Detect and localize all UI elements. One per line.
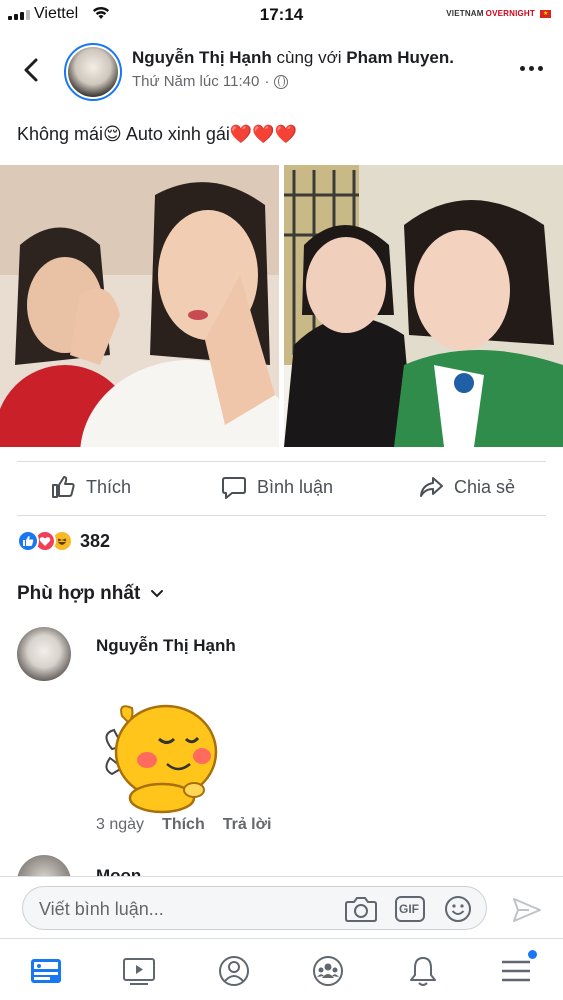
brand-text-left: VIETNAM — [446, 9, 484, 18]
reaction-count: 382 — [80, 530, 111, 551]
comment-bubble-icon — [222, 477, 246, 499]
gif-label: GIF — [399, 902, 419, 916]
tab-menu[interactable] — [498, 950, 537, 989]
comment-time[interactable]: 3 ngày — [96, 816, 144, 834]
comments-sort-dropdown[interactable]: Phù hợp nhất — [17, 583, 164, 605]
comment-meta: 3 ngày Thích Trả lời — [96, 816, 271, 834]
tagged-name[interactable]: Pham Huyen. — [346, 48, 454, 67]
chevron-left-icon — [24, 58, 38, 82]
dot-icon — [520, 66, 525, 71]
like-label: Thích — [86, 476, 132, 497]
sticker-image[interactable] — [104, 694, 226, 814]
dot-icon — [529, 66, 534, 71]
camera-button[interactable] — [344, 894, 378, 929]
comment-composer: Viết bình luận... GIF — [0, 876, 563, 938]
post-caption: Không mái😌 Auto xinh gái❤️❤️❤️ — [17, 124, 298, 144]
globe-icon — [274, 74, 289, 89]
comment-avatar[interactable] — [17, 627, 71, 681]
yellow-creature-sticker-icon — [105, 704, 218, 814]
status-bar: Viettel 17:14 VIETNAM OVERNIGHT — [0, 0, 563, 30]
notification-dot — [528, 950, 537, 959]
comment-placeholder: Viết bình luận... — [39, 899, 164, 919]
comment-author[interactable]: Nguyễn Thị Hạnh — [96, 636, 236, 656]
tab-news-feed[interactable] — [28, 953, 64, 989]
news-feed-icon — [31, 959, 61, 983]
comment-label: Bình luận — [257, 476, 334, 497]
comment-button[interactable]: Bình luận — [221, 474, 333, 500]
photo-1[interactable] — [0, 165, 279, 447]
send-button[interactable] — [511, 896, 543, 929]
post-actions: Thích Bình luận Chia sẻ — [0, 462, 563, 514]
photo-2-image — [284, 165, 563, 447]
back-button[interactable] — [20, 56, 44, 84]
avatar-photo — [68, 47, 118, 97]
share-button[interactable]: Chia sẻ — [418, 474, 515, 500]
photo-2[interactable] — [284, 165, 563, 447]
meta-separator: · — [264, 73, 270, 90]
with-text: cùng với — [276, 48, 342, 67]
comment-input[interactable]: Viết bình luận... GIF — [22, 886, 487, 930]
photo-grid — [0, 165, 563, 447]
post-header: Nguyễn Thị Hạnh cùng với Pham Huyen. Thứ… — [0, 40, 563, 104]
gif-button[interactable]: GIF — [394, 894, 426, 929]
groups-icon — [313, 956, 343, 986]
comment-reply-button[interactable]: Trả lời — [223, 816, 272, 834]
emoji-button[interactable] — [443, 894, 473, 929]
bottom-tab-bar — [0, 938, 563, 1000]
post-title: Nguyễn Thị Hạnh cùng với Pham Huyen. — [132, 48, 454, 68]
like-reaction-icon — [17, 530, 39, 552]
post-timestamp[interactable]: Thứ Năm lúc 11:40 — [132, 73, 259, 90]
comment-like-button[interactable]: Thích — [162, 816, 205, 834]
tab-notifications[interactable] — [405, 953, 441, 989]
author-name[interactable]: Nguyễn Thị Hạnh — [132, 48, 272, 67]
dot-icon — [538, 66, 543, 71]
tab-profile[interactable] — [216, 953, 252, 989]
like-button[interactable]: Thích — [50, 474, 131, 500]
more-options-button[interactable] — [520, 66, 543, 71]
author-avatar[interactable] — [64, 43, 122, 101]
tab-groups[interactable] — [310, 953, 346, 989]
send-icon — [513, 898, 541, 922]
divider — [17, 515, 546, 516]
reactions-summary[interactable]: 382 — [17, 530, 110, 552]
sort-label: Phù hợp nhất — [17, 583, 141, 604]
thumbs-up-icon — [52, 476, 75, 498]
brand-text-right: OVERNIGHT — [485, 9, 535, 18]
camera-icon — [345, 897, 377, 922]
share-arrow-icon — [420, 477, 443, 497]
bell-icon — [410, 957, 436, 986]
post-meta: Thứ Năm lúc 11:40 · — [132, 73, 289, 90]
vietnam-flag-icon — [540, 9, 551, 18]
share-label: Chia sẻ — [454, 476, 516, 497]
photo-1-image — [0, 165, 279, 447]
brand-watermark: VIETNAM OVERNIGHT — [446, 9, 551, 18]
hamburger-menu-icon — [502, 960, 530, 982]
tab-watch[interactable] — [121, 953, 157, 989]
profile-icon — [219, 956, 249, 986]
chevron-down-icon — [151, 590, 164, 598]
smiley-icon — [445, 896, 471, 922]
watch-video-icon — [123, 958, 155, 985]
